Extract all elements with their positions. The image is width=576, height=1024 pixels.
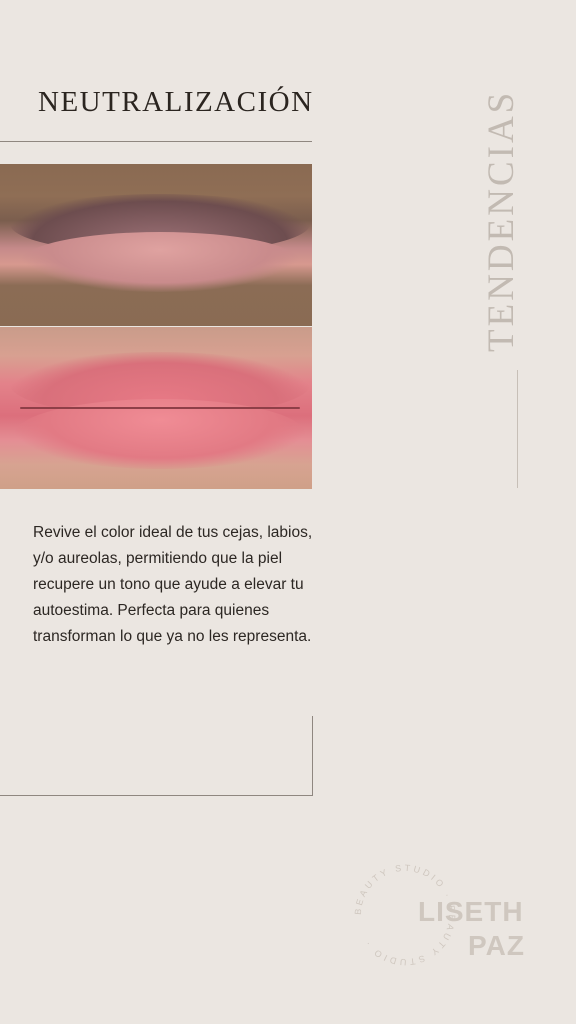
frame-horizontal-line: [0, 795, 313, 796]
logo-name-line2: PAZ: [468, 930, 525, 961]
side-divider: [517, 370, 518, 488]
page-title: NEUTRALIZACIÓN: [38, 86, 314, 118]
logo-name-line1: LISETH: [418, 896, 524, 927]
frame-vertical-line: [312, 716, 313, 795]
before-lips-photo: [0, 164, 312, 326]
lip-line: [20, 407, 300, 409]
after-lips-photo: [0, 327, 312, 489]
side-label: TENDENCIAS: [481, 89, 522, 352]
brand-logo: BEAUTY STUDIO · BEAUTY STUDIO · LISETH P…: [350, 860, 550, 970]
lower-lip-shape: [15, 399, 305, 469]
lower-lip-shape: [20, 232, 300, 292]
title-divider: [0, 141, 312, 142]
description-text: Revive el color ideal de tus cejas, labi…: [33, 524, 313, 645]
